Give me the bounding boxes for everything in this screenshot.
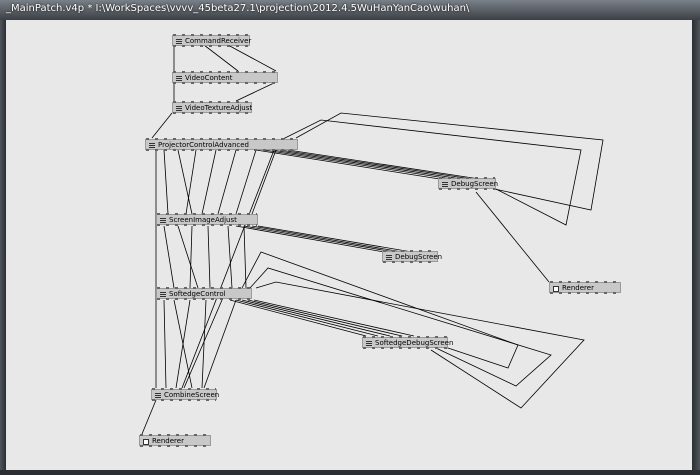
wire[interactable]	[229, 299, 367, 337]
node-softedge-control[interactable]: SoftedgeControl	[156, 287, 252, 300]
wire[interactable]	[177, 149, 193, 215]
wire[interactable]	[163, 225, 175, 289]
node-label: SoftedgeControl	[169, 290, 226, 298]
node-softedge-debug-screen[interactable]: SoftedgeDebugScreen	[362, 336, 453, 349]
window-frame-right	[692, 20, 700, 475]
wire[interactable]	[227, 225, 233, 289]
node-renderer-2[interactable]: Renderer	[139, 434, 211, 447]
node-debug-screen-2[interactable]: DebugScreen	[382, 250, 442, 263]
wire[interactable]	[163, 149, 169, 215]
wire[interactable]	[151, 112, 173, 139]
wire[interactable]	[251, 149, 277, 215]
wire[interactable]	[243, 225, 247, 289]
node-icon	[160, 292, 166, 297]
node-icon	[176, 106, 182, 111]
node-label: Renderer	[152, 437, 184, 445]
node-label: VideoContent	[185, 74, 233, 82]
node-icon	[176, 39, 182, 44]
node-label: CommandReceiver	[185, 37, 252, 45]
node-icon	[149, 143, 155, 148]
wire[interactable]	[207, 225, 211, 289]
node-video-texture-adjust[interactable]: VideoTextureAdjust	[172, 101, 253, 114]
node-debug-screen-1[interactable]: DebugScreen	[438, 177, 499, 190]
wire[interactable]	[251, 225, 403, 253]
wire[interactable]	[271, 149, 469, 181]
node-icon	[160, 218, 166, 223]
node-renderer-1[interactable]: Renderer	[549, 281, 621, 294]
wire[interactable]	[175, 299, 191, 389]
node-label: CombineScreen	[164, 391, 220, 399]
wire[interactable]	[287, 149, 487, 181]
renderer-icon	[553, 285, 559, 292]
wire[interactable]	[203, 299, 237, 389]
wire[interactable]	[227, 44, 277, 72]
node-icon	[155, 393, 161, 398]
node-combine-screen[interactable]: CombineScreen	[151, 388, 220, 401]
node-screen-image-adjust[interactable]: ScreenImageAdjust	[156, 213, 258, 226]
wire[interactable]	[235, 225, 385, 253]
node-label: ProjectorControlAdvanced	[158, 141, 249, 149]
wire[interactable]	[185, 149, 197, 215]
wire[interactable]	[235, 82, 275, 102]
node-label: DebugScreen	[451, 180, 499, 188]
wire[interactable]	[189, 225, 193, 289]
node-icon	[366, 341, 372, 346]
wire[interactable]	[475, 191, 550, 283]
node-label: SoftedgeDebugScreen	[375, 339, 454, 347]
node-label: Renderer	[562, 284, 594, 292]
node-video-content[interactable]: VideoContent	[172, 71, 278, 84]
node-label: DebugScreen	[395, 253, 443, 261]
node-command-receiver[interactable]: CommandReceiver	[172, 34, 252, 47]
wire[interactable]	[247, 299, 403, 337]
wire[interactable]	[243, 225, 395, 253]
renderer-icon	[143, 438, 149, 445]
wire[interactable]	[177, 225, 199, 289]
window-title: _MainPatch.v4p * I:\WorkSpaces\vvvv_45be…	[6, 3, 470, 14]
wire[interactable]	[255, 149, 447, 181]
node-icon	[442, 182, 448, 187]
node-icon	[386, 255, 392, 260]
wire[interactable]	[141, 399, 157, 435]
node-projector-control-advanced[interactable]: ProjectorControlAdvanced	[145, 138, 298, 151]
wire[interactable]	[217, 149, 237, 215]
wire[interactable]	[201, 149, 217, 215]
wire[interactable]	[263, 149, 459, 181]
wire[interactable]	[203, 44, 239, 72]
window-titlebar[interactable]: _MainPatch.v4p * I:\WorkSpaces\vvvv_45be…	[0, 0, 700, 20]
node-label: ScreenImageAdjust	[169, 216, 237, 224]
wire[interactable]	[241, 299, 391, 337]
wire[interactable]	[295, 112, 604, 211]
wire[interactable]	[163, 299, 167, 389]
window-frame-bottom	[0, 470, 700, 475]
patch-canvas[interactable]: CommandReceiver VideoContent VideoTextur…	[6, 20, 692, 470]
wire[interactable]	[181, 149, 275, 389]
node-label: VideoTextureAdjust	[185, 104, 253, 112]
wire[interactable]	[235, 299, 379, 337]
node-icon	[176, 76, 182, 81]
wire[interactable]	[257, 225, 413, 253]
wire[interactable]	[279, 149, 479, 181]
patch-wires	[141, 44, 604, 435]
